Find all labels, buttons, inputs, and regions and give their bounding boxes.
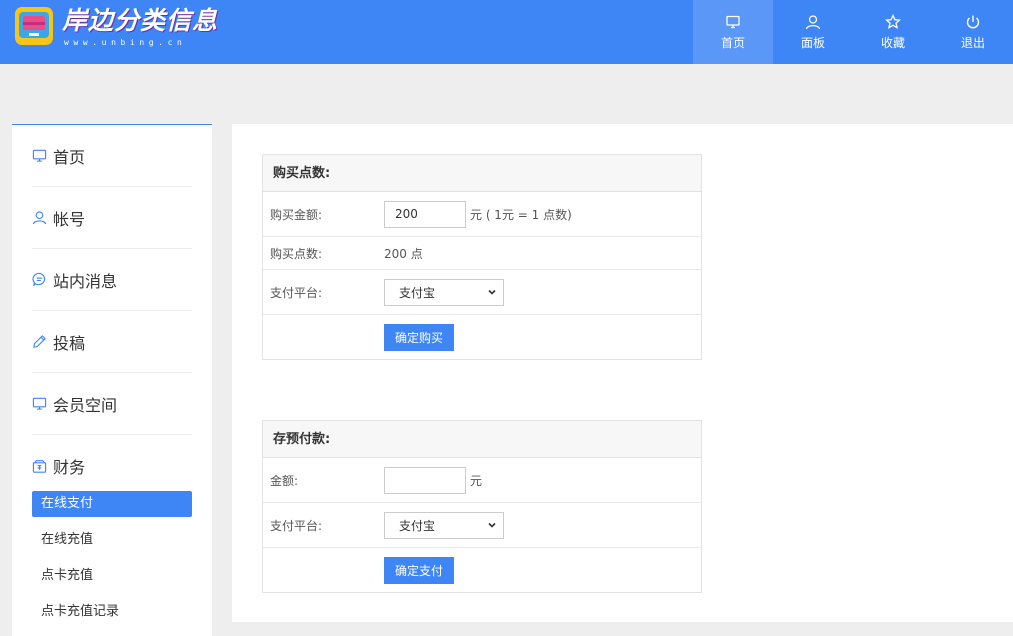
wallet-icon [32, 459, 47, 473]
brand-domain: www.unbing.cn [64, 38, 187, 47]
nav-label: 收藏 [880, 35, 905, 50]
sidebar-item-finance[interactable]: 财务 [32, 435, 192, 497]
logo-icon [15, 7, 53, 45]
buy-platform-label: 支付平台: [270, 285, 323, 300]
buy-points-label: 购买点数: [270, 246, 323, 261]
nav-label: 首页 [720, 35, 745, 50]
panel-title: 购买点数: [263, 155, 701, 192]
message-icon [32, 272, 46, 286]
nav-label: 面板 [800, 35, 825, 50]
prepay-amount-value-group: 元 [384, 458, 482, 502]
sidebar-item-label: 帐号 [53, 209, 86, 229]
buy-points-panel: 购买点数: 购买金额: 元 ( 1元 = 1 点数) 购买点数: 200 点 支… [262, 154, 702, 360]
monitor-icon [32, 397, 47, 410]
buy-points-value: 200 点 [384, 246, 423, 261]
monitor-icon [32, 149, 47, 162]
chevron-down-icon [488, 522, 496, 528]
confirm-payment-button[interactable]: 确定支付 [384, 556, 454, 584]
star-icon [885, 13, 901, 29]
confirm-purchase-button[interactable]: 确定购买 [384, 323, 454, 351]
pen-icon [33, 335, 46, 348]
sidebar: 首页 帐号 站内消息 投稿 会员空间 财务 在线支付 在线充值 点卡充值 点卡充… [12, 124, 212, 636]
brand-name: 岸边分类信息 [62, 6, 219, 35]
buy-submit-group: 确定购买 [384, 315, 454, 359]
buy-points-row: 购买点数: 200 点 [263, 237, 701, 270]
buy-platform-value-group: 支付宝 [384, 270, 504, 314]
top-header: 岸边分类信息 www.unbing.cn 首页 面板 收藏 退出 [0, 0, 1013, 64]
user-icon [32, 211, 47, 225]
buy-amount-input[interactable] [384, 200, 466, 228]
chevron-down-icon [488, 289, 496, 295]
nav-home[interactable]: 首页 [693, 0, 773, 64]
sidebar-sub-card-recharge-log[interactable]: 点卡充值记录 [32, 599, 192, 625]
select-value: 支付宝 [399, 518, 436, 533]
sidebar-item-account[interactable]: 帐号 [32, 187, 192, 249]
prepay-platform-value-group: 支付宝 [384, 503, 504, 547]
nav-favorites[interactable]: 收藏 [853, 0, 933, 64]
top-nav: 首页 面板 收藏 退出 [693, 0, 1013, 64]
buy-amount-label: 购买金额: [270, 207, 323, 222]
sidebar-sub-online-pay[interactable]: 在线支付 [32, 491, 192, 517]
panel-title: 存预付款: [263, 421, 701, 458]
buy-submit-row: 确定购买 [263, 315, 701, 359]
prepay-submit-group: 确定支付 [384, 548, 454, 592]
sidebar-item-submit[interactable]: 投稿 [32, 311, 192, 373]
nav-logout[interactable]: 退出 [933, 0, 1013, 64]
buy-amount-unit: 元 ( 1元 = 1 点数) [470, 207, 572, 222]
prepay-platform-select[interactable]: 支付宝 [384, 511, 504, 539]
sidebar-item-label: 站内消息 [53, 271, 118, 291]
nav-panel[interactable]: 面板 [773, 0, 853, 64]
nav-label: 退出 [960, 35, 985, 50]
sidebar-item-label: 首页 [53, 147, 86, 167]
sidebar-item-label: 会员空间 [53, 395, 118, 415]
prepay-platform-label: 支付平台: [270, 518, 323, 533]
prepay-platform-row: 支付平台: 支付宝 [263, 503, 701, 548]
sidebar-sub-card-recharge[interactable]: 点卡充值 [32, 563, 192, 589]
sidebar-item-member-space[interactable]: 会员空间 [32, 373, 192, 435]
power-icon [966, 15, 980, 28]
prepay-amount-input[interactable] [384, 466, 466, 494]
select-value: 支付宝 [399, 285, 436, 300]
sidebar-item-messages[interactable]: 站内消息 [32, 249, 192, 311]
prepay-amount-unit: 元 [470, 473, 483, 488]
prepay-submit-row: 确定支付 [263, 548, 701, 592]
user-icon [805, 14, 821, 29]
buy-amount-row: 购买金额: 元 ( 1元 = 1 点数) [263, 192, 701, 237]
sidebar-item-label: 投稿 [53, 333, 86, 353]
sidebar-item-label: 财务 [53, 458, 86, 477]
prepay-amount-row: 金额: 元 [263, 458, 701, 503]
main-content: 购买点数: 购买金额: 元 ( 1元 = 1 点数) 购买点数: 200 点 支… [232, 124, 1013, 622]
buy-platform-row: 支付平台: 支付宝 [263, 270, 701, 315]
monitor-icon [726, 15, 740, 28]
buy-platform-select[interactable]: 支付宝 [384, 278, 504, 306]
prepay-panel: 存预付款: 金额: 元 支付平台: 支付宝 确定支付 [262, 420, 702, 593]
sidebar-sub-online-recharge[interactable]: 在线充值 [32, 527, 192, 553]
buy-amount-value-group: 元 ( 1元 = 1 点数) [384, 192, 572, 236]
prepay-amount-label: 金额: [270, 473, 299, 488]
sidebar-item-home[interactable]: 首页 [32, 125, 192, 187]
